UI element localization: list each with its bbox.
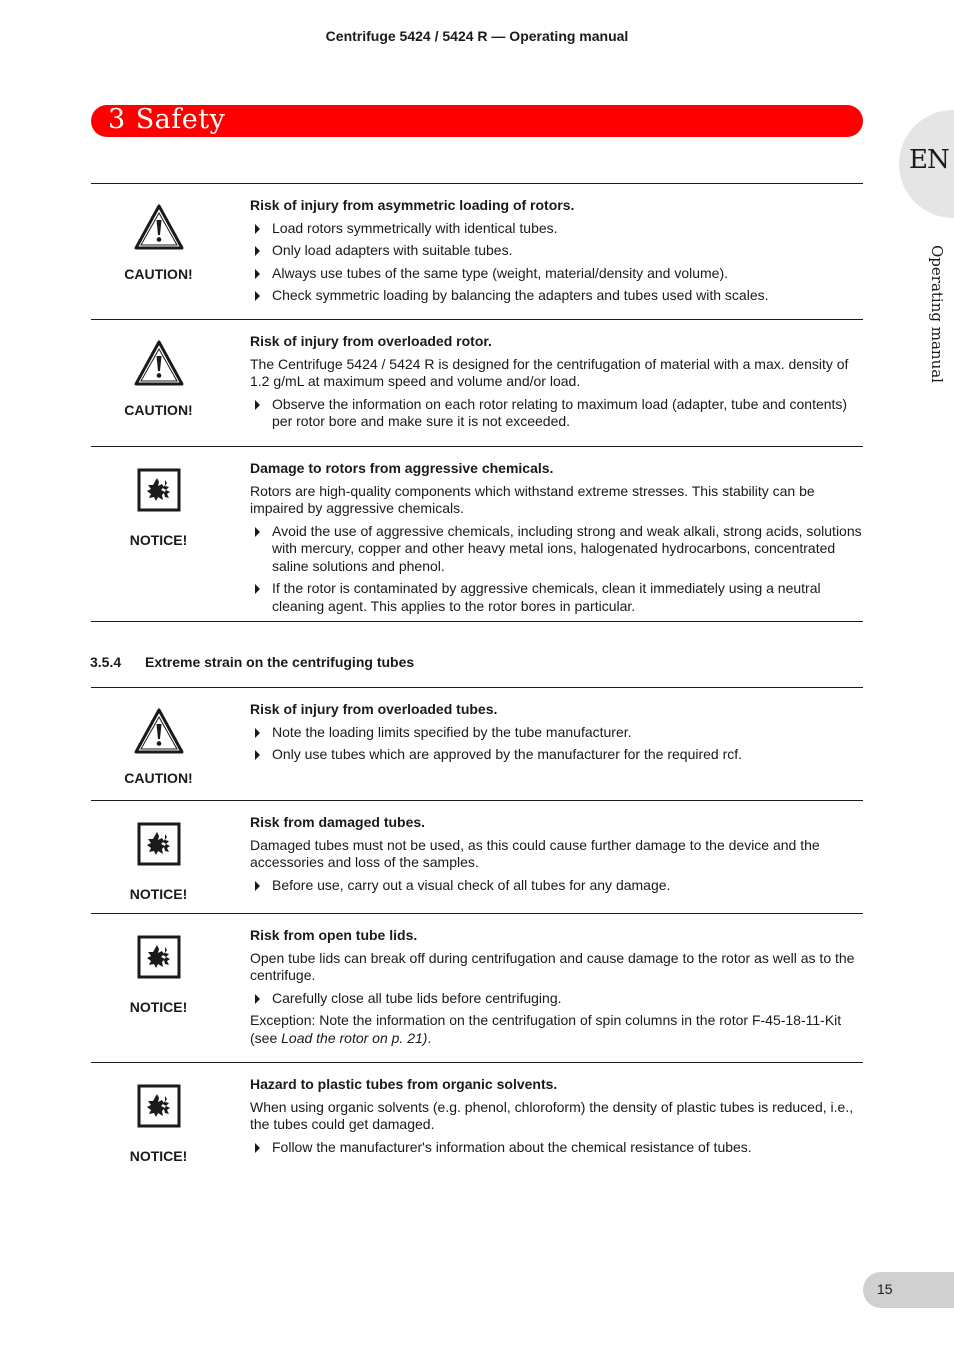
notice-damage-icon xyxy=(137,935,180,979)
safety-sign: NOTICE! xyxy=(91,935,226,1015)
bullet-arrow-icon xyxy=(255,993,260,1004)
safety-content: Risk of injury from asymmetric loading o… xyxy=(250,197,863,310)
hazard-title: Risk from damaged tubes. xyxy=(250,814,426,830)
safety-block: CAUTION! Risk of injury from asymmetric … xyxy=(91,183,863,320)
section-number: 3.5.4 xyxy=(90,654,122,670)
hazard-title: Risk of injury from asymmetric loading o… xyxy=(250,197,575,213)
hazard-title: Risk of injury from overloaded rotor. xyxy=(250,333,492,349)
hazard-title: Damage to rotors from aggressive chemica… xyxy=(250,460,554,476)
bullet-arrow-icon xyxy=(255,727,260,738)
exception-text: Exception: Note the information on the c… xyxy=(250,1012,842,1046)
instruction-item: Carefully close all tube lids before cen… xyxy=(250,990,863,1008)
safety-sign: CAUTION! xyxy=(91,340,226,418)
safety-sign: NOTICE! xyxy=(91,1084,226,1164)
description-text: The Centrifuge 5424 / 5424 R is designed… xyxy=(250,355,849,390)
chapter-title: 3 Safety xyxy=(108,100,225,140)
side-label: Operating manual xyxy=(928,245,946,383)
instruction-list: Load rotors symmetrically with identical… xyxy=(250,220,863,305)
hazard-title: Risk of injury from overloaded tubes. xyxy=(250,701,498,717)
signal-word: CAUTION! xyxy=(124,770,193,786)
safety-sign: CAUTION! xyxy=(91,204,226,282)
safety-content: Risk from open tube lids. Open tube lids… xyxy=(250,927,863,1052)
bullet-arrow-icon xyxy=(255,880,260,891)
section-heading: 3.5.4 Extreme strain on the centrifuging … xyxy=(90,654,414,670)
chapter-name: Safety xyxy=(135,104,226,135)
bullet-arrow-icon xyxy=(255,399,260,410)
instruction-item: Check symmetric loading by balancing the… xyxy=(250,287,863,305)
instruction-item: Only use tubes which are approved by the… xyxy=(250,746,863,764)
safety-content: Risk of injury from overloaded rotor. Th… xyxy=(250,333,863,436)
bullet-arrow-icon xyxy=(255,750,260,760)
signal-word: CAUTION! xyxy=(124,402,193,418)
signal-word: CAUTION! xyxy=(124,266,193,282)
signal-word: NOTICE! xyxy=(129,886,188,902)
instruction-list: Before use, carry out a visual check of … xyxy=(250,877,863,895)
notice-damage-icon xyxy=(137,822,180,866)
section-title: Extreme strain on the centrifuging tubes xyxy=(145,654,415,670)
instruction-item: Note the loading limits specified by the… xyxy=(250,724,863,742)
description-text: Damaged tubes must not be used, as this … xyxy=(250,836,820,871)
bullet-arrow-icon xyxy=(255,291,260,301)
warning-triangle-icon xyxy=(134,340,183,386)
description-text: Rotors are high-quality components which… xyxy=(250,482,815,517)
bullet-arrow-icon xyxy=(255,268,260,279)
instruction-item: Observe the information on each rotor re… xyxy=(250,396,863,431)
signal-word: NOTICE! xyxy=(129,532,188,548)
signal-word: NOTICE! xyxy=(129,1148,188,1164)
safety-sign: NOTICE! xyxy=(91,822,226,902)
safety-block: NOTICE! Damage to rotors from aggressive… xyxy=(91,446,863,622)
bullet-arrow-icon xyxy=(255,584,260,594)
bullet-arrow-icon xyxy=(255,526,260,537)
instruction-item: Avoid the use of aggressive chemicals, i… xyxy=(250,523,863,576)
page-number: 15 xyxy=(877,1281,893,1297)
description-text: Open tube lids can break off during cent… xyxy=(250,949,855,984)
safety-block: CAUTION! Risk of injury from overloaded … xyxy=(91,687,863,801)
signal-word: NOTICE! xyxy=(129,999,188,1015)
safety-block: CAUTION! Risk of injury from overloaded … xyxy=(91,319,863,447)
instruction-item: Load rotors symmetrically with identical… xyxy=(250,220,863,238)
safety-content: Damage to rotors from aggressive chemica… xyxy=(250,460,863,620)
hazard-title: Hazard to plastic tubes from organic sol… xyxy=(250,1076,558,1092)
instruction-item: Before use, carry out a visual check of … xyxy=(250,877,863,895)
hazard-title: Risk from open tube lids. xyxy=(250,927,418,943)
safety-block: NOTICE! Risk from open tube lids. Open t… xyxy=(91,913,863,1063)
cross-reference-link[interactable]: Load the rotor on p. 21) xyxy=(281,1030,427,1046)
safety-block: NOTICE! Hazard to plastic tubes from org… xyxy=(91,1062,863,1172)
instruction-list: Follow the manufacturer's information ab… xyxy=(250,1139,863,1157)
language-label: EN xyxy=(909,145,950,175)
safety-content: Risk of injury from overloaded tubes. No… xyxy=(250,701,863,769)
bullet-arrow-icon xyxy=(255,1142,260,1153)
instruction-list: Note the loading limits specified by the… xyxy=(250,724,863,764)
instruction-item: Always use tubes of the same type (weigh… xyxy=(250,265,863,283)
notice-damage-icon xyxy=(137,1084,180,1128)
instruction-item: Follow the manufacturer's information ab… xyxy=(250,1139,863,1157)
warning-triangle-icon xyxy=(134,708,183,754)
instruction-list: Carefully close all tube lids before cen… xyxy=(250,990,863,1008)
instruction-item: Only load adapters with suitable tubes. xyxy=(250,242,863,260)
safety-content: Hazard to plastic tubes from organic sol… xyxy=(250,1076,863,1161)
instruction-item: If the rotor is contaminated by aggressi… xyxy=(250,580,863,615)
safety-block: NOTICE! Risk from damaged tubes. Damaged… xyxy=(91,800,863,914)
warning-triangle-icon xyxy=(134,204,183,250)
instruction-list: Observe the information on each rotor re… xyxy=(250,396,863,431)
bullet-arrow-icon xyxy=(255,223,260,234)
running-header: Centrifuge 5424 / 5424 R — Operating man… xyxy=(325,28,629,44)
notice-damage-icon xyxy=(137,468,180,512)
description-text: When using organic solvents (e.g. phenol… xyxy=(250,1098,854,1133)
safety-content: Risk from damaged tubes. Damaged tubes m… xyxy=(250,814,863,899)
chapter-number: 3 xyxy=(108,104,126,135)
bullet-arrow-icon xyxy=(255,246,260,256)
safety-sign: NOTICE! xyxy=(91,468,226,548)
safety-sign: CAUTION! xyxy=(91,708,226,786)
instruction-list: Avoid the use of aggressive chemicals, i… xyxy=(250,523,863,616)
